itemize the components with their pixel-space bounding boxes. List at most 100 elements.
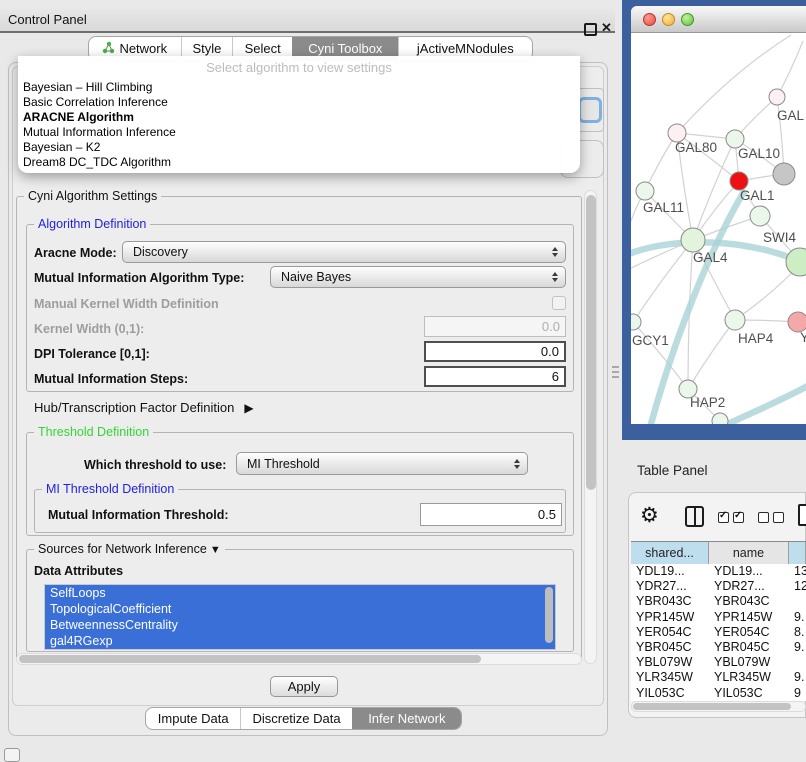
minimize-window-icon[interactable]	[662, 13, 675, 26]
mi-steps-input[interactable]	[424, 366, 566, 387]
column-layout-icon[interactable]	[685, 506, 704, 527]
select-all-icon[interactable]	[733, 512, 744, 523]
mi-steps-label: Mutual Information Steps:	[34, 372, 188, 386]
table-row[interactable]: YDR27...YDR27...12	[631, 579, 806, 594]
deselect-all-icon[interactable]	[758, 512, 769, 523]
table-cell: YDR27...	[709, 579, 789, 594]
network-node[interactable]	[786, 248, 806, 276]
deselect-all-icon[interactable]	[773, 512, 784, 523]
mi-threshold-input[interactable]	[420, 503, 562, 526]
mi-type-value: Naive Bayes	[281, 270, 351, 284]
network-node[interactable]	[681, 228, 705, 252]
algorithm-option[interactable]: Dream8 DC_TDC Algorithm	[18, 155, 580, 170]
table-row[interactable]: YBR043CYBR043C	[631, 594, 806, 609]
tab-discretize-data[interactable]: Discretize Data	[240, 708, 351, 729]
attribute-list-item[interactable]: gal4RGexp	[45, 633, 555, 649]
network-node[interactable]	[712, 413, 728, 424]
attributes-list-scrollbar-thumb[interactable]	[545, 587, 553, 643]
table-cell: YBR043C	[709, 594, 789, 609]
network-node[interactable]	[636, 182, 654, 200]
algorithm-options: Bayesian – Hill ClimbingBasic Correlatio…	[18, 80, 580, 170]
table-cell: YBL079W	[631, 655, 709, 670]
zoom-window-icon[interactable]	[681, 13, 694, 26]
close-panel-icon[interactable]	[601, 21, 615, 35]
data-attributes-list[interactable]: SelfLoopsTopologicalCoefficientBetweenne…	[44, 584, 556, 650]
network-node-label: GAL11	[643, 200, 684, 215]
network-node[interactable]	[631, 314, 641, 330]
network-edge	[645, 133, 677, 191]
which-threshold-select[interactable]: MI Threshold	[236, 452, 528, 475]
network-edge	[677, 35, 791, 133]
network-node-label: GCY1	[632, 333, 669, 348]
attribute-list-item[interactable]: BetweennessCentrality	[45, 617, 555, 633]
aracne-mode-label: Aracne Mode:	[34, 246, 117, 260]
network-node[interactable]	[788, 312, 806, 332]
network-node[interactable]	[769, 89, 785, 105]
algorithm-option[interactable]: Bayesian – Hill Climbing	[18, 80, 580, 95]
network-node[interactable]	[773, 163, 795, 185]
table-horizontal-scrollbar-thumb[interactable]	[633, 703, 791, 710]
table-row[interactable]: YLR345WYLR345W9.	[631, 670, 806, 685]
mi-threshold-label: Mutual Information Threshold:	[48, 508, 229, 522]
aracne-mode-select[interactable]: Discovery	[122, 241, 566, 263]
network-window-titlebar[interactable]	[631, 6, 806, 33]
table-row[interactable]: YPR145WYPR145W9.	[631, 610, 806, 625]
close-window-icon[interactable]	[643, 13, 656, 26]
table-cell: 9	[789, 686, 806, 701]
table-cell: YLR345W	[709, 670, 789, 685]
table-cell: YBR043C	[631, 594, 709, 609]
table-panel-title: Table Panel	[637, 463, 708, 478]
hub-definition-expander[interactable]: Hub/Transcription Factor Definition	[34, 400, 254, 415]
cyni-settings-group-title: Cyni Algorithm Settings	[24, 189, 161, 203]
table-cell: 9.	[789, 610, 806, 625]
tab-impute-data[interactable]: Impute Data	[146, 708, 240, 729]
network-graph[interactable]: GALGAL80GAL10GAL1GAL11SWI4GAL4GCY1HAP4YH…	[631, 33, 806, 424]
algorithm-option[interactable]: Mutual Information Inference	[18, 125, 580, 140]
attribute-list-item[interactable]: TopologicalCoefficient	[45, 601, 555, 617]
table-cell	[789, 594, 806, 609]
function-builder-icon[interactable]	[798, 504, 806, 526]
table-cell: 8.	[789, 625, 806, 640]
which-threshold-label: Which threshold to use:	[84, 458, 226, 472]
which-threshold-value: MI Threshold	[247, 457, 320, 471]
attribute-list-item[interactable]: SelfLoops	[45, 585, 555, 601]
split-divider-grip[interactable]	[612, 366, 619, 380]
network-node-label: GAL80	[675, 140, 717, 155]
network-edge	[688, 320, 735, 389]
table-cell: YDL19...	[631, 564, 709, 579]
dropdown-placeholder: Select algorithm to view settings	[18, 56, 580, 80]
table-row[interactable]: YBL079WYBL079W	[631, 655, 806, 670]
column-header[interactable]: name	[709, 542, 789, 564]
float-window-icon[interactable]	[584, 23, 597, 36]
apply-button[interactable]: Apply	[270, 676, 338, 697]
table-row[interactable]: YBR045CYBR045C9.	[631, 640, 806, 655]
panel-dock-icon[interactable]	[4, 748, 20, 762]
network-node[interactable]	[750, 206, 770, 226]
table-row[interactable]: YIL053CYIL053C9	[631, 686, 806, 701]
mi-type-select[interactable]: Naive Bayes	[270, 266, 566, 288]
table-row[interactable]: YER054CYER054C8.	[631, 625, 806, 640]
network-node-label: GAL	[777, 108, 805, 123]
table-cell: YIL053C	[709, 686, 789, 701]
sources-group-title[interactable]: Sources for Network Inference	[34, 542, 225, 556]
network-thick-edge	[726, 383, 806, 424]
network-canvas[interactable]: GALGAL80GAL10GAL1GAL11SWI4GAL4GCY1HAP4YH…	[631, 33, 806, 424]
network-node-label: GAL1	[740, 188, 775, 203]
manual-kernel-checkbox	[552, 296, 566, 310]
table-row[interactable]: YDL19...YDL19...13	[631, 564, 806, 579]
settings-vertical-scrollbar-thumb[interactable]	[586, 195, 596, 490]
column-header[interactable]: shared...	[631, 542, 709, 564]
network-icon	[102, 41, 115, 57]
settings-gear-icon[interactable]	[640, 503, 659, 529]
tab-infer-network[interactable]: Infer Network	[352, 708, 461, 729]
column-header[interactable]	[789, 542, 806, 564]
table-rows: YDL19...YDL19...13YDR27...YDR27...12YBR0…	[631, 564, 806, 701]
tab-label: jActiveMNodules	[417, 41, 514, 56]
network-node[interactable]	[725, 310, 745, 330]
algorithm-option[interactable]: ARACNE Algorithm	[18, 110, 580, 125]
select-all-icon[interactable]	[718, 512, 729, 523]
dpi-tolerance-input[interactable]	[424, 341, 566, 362]
settings-horizontal-scrollbar-thumb[interactable]	[19, 655, 481, 663]
algorithm-option[interactable]: Basic Correlation Inference	[18, 95, 580, 110]
algorithm-option[interactable]: Bayesian – K2	[18, 140, 580, 155]
